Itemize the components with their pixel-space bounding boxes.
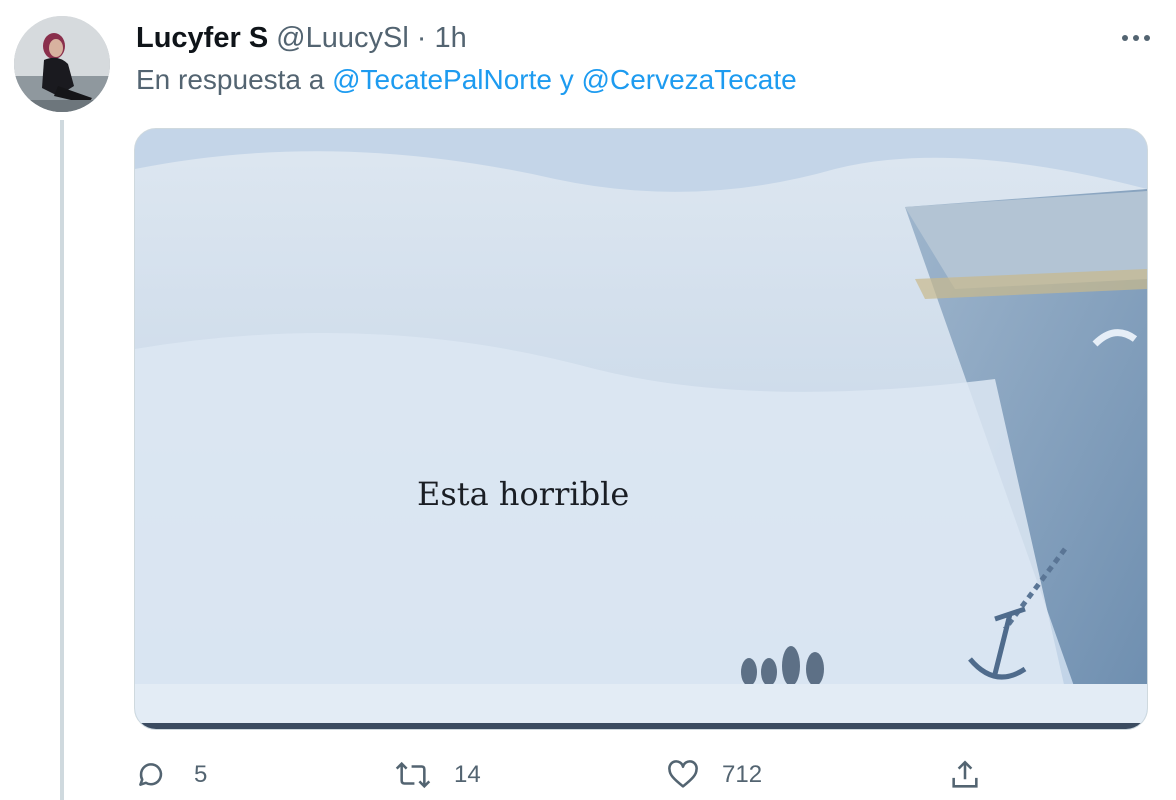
like-count: 712 [722, 761, 763, 788]
iceberg-scene [135, 129, 1147, 729]
reply-icon [139, 763, 163, 786]
tweet-actions: 5 14 712 [134, 752, 1034, 798]
avatar[interactable] [14, 16, 110, 112]
reply-context: En respuesta a @TecatePalNorte y @Cervez… [136, 64, 797, 96]
reply-count: 5 [194, 761, 208, 788]
reply-prefix: En respuesta a [136, 64, 325, 95]
mention-link-2[interactable]: @CervezaTecate [582, 64, 797, 95]
tweet-media-image[interactable]: Esta horrible [134, 128, 1148, 730]
retweet-count: 14 [454, 761, 481, 788]
share-icon [952, 760, 978, 788]
like-button[interactable]: 712 [666, 752, 762, 798]
reply-conjunction: y [559, 64, 574, 95]
reply-button[interactable]: 5 [134, 752, 207, 798]
timestamp[interactable]: 1h [434, 22, 466, 55]
avatar-photo [14, 16, 110, 112]
thread-line [60, 120, 64, 800]
display-name[interactable]: Lucyfer S [136, 22, 268, 55]
separator-dot: · [416, 21, 427, 54]
share-button[interactable] [948, 752, 982, 798]
retweet-button[interactable]: 14 [394, 752, 481, 798]
mention-link-1[interactable]: @TecatePalNorte [332, 64, 552, 95]
image-caption: Esta horrible [417, 475, 630, 513]
more-icon[interactable] [1116, 18, 1156, 58]
tweet-header: Lucyfer S @LuucySl · 1h [136, 18, 1156, 58]
retweet-icon [395, 761, 431, 789]
user-handle[interactable]: @LuucySl [276, 22, 409, 55]
heart-icon [668, 760, 698, 788]
